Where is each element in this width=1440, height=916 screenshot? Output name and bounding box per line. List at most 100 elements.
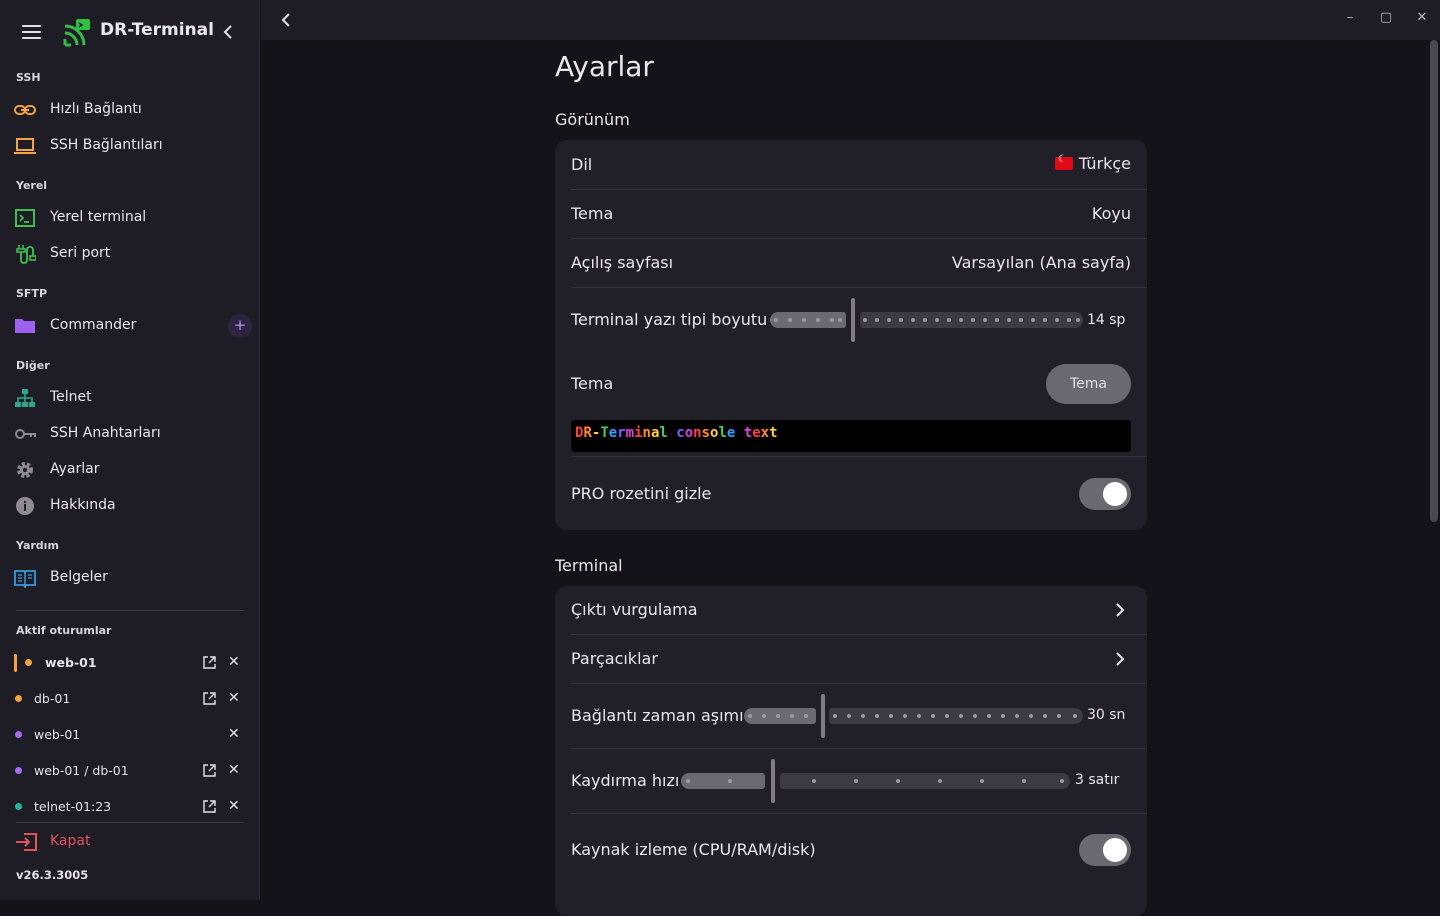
terminal-icon xyxy=(15,209,35,227)
slider-thumb[interactable] xyxy=(821,694,825,738)
console-preview: DR-Terminal console text xyxy=(571,420,1131,452)
sidebar-item-label: Telnet xyxy=(50,389,92,405)
sidebar-item-label: Yerel terminal xyxy=(50,209,147,225)
section-heading-terminal: Terminal xyxy=(555,556,623,575)
session-item[interactable]: telnet-01:23 ✕ xyxy=(0,792,260,822)
open-external-icon[interactable] xyxy=(203,692,216,705)
start-page-label: Açılış sayfası xyxy=(571,253,674,272)
section-heading-appearance: Görünüm xyxy=(555,110,630,129)
slider-thumb[interactable] xyxy=(851,298,855,342)
sidebar-item-label: SSH Bağlantıları xyxy=(50,137,163,153)
console-char xyxy=(668,425,676,441)
back-arrow-icon[interactable] xyxy=(279,12,293,28)
sidebar-item-about[interactable]: Hakkında xyxy=(0,489,260,523)
close-window-button[interactable]: ✕ xyxy=(1412,10,1432,25)
console-char: x xyxy=(760,425,770,441)
version-label: v26.3.3005 xyxy=(16,868,89,882)
sidebar-item-settings[interactable]: Ayarlar xyxy=(0,453,260,487)
hide-pro-label: PRO rozetini gizle xyxy=(571,484,712,503)
open-external-icon[interactable] xyxy=(203,656,216,669)
scroll-speed-slider[interactable] xyxy=(681,759,1070,803)
row-divider xyxy=(571,287,1147,288)
menu-icon[interactable] xyxy=(22,25,41,39)
slider-inactive-track xyxy=(860,312,1083,328)
console-char: n xyxy=(693,425,702,441)
session-item[interactable]: db-01 ✕ xyxy=(0,684,260,714)
scrollbar[interactable] xyxy=(1430,40,1438,522)
status-dot xyxy=(15,803,22,810)
hide-pro-toggle[interactable] xyxy=(1079,478,1131,510)
slider-active-track xyxy=(681,773,765,789)
close-session-icon[interactable]: ✕ xyxy=(228,798,240,814)
sidebar-item-label: Commander xyxy=(50,317,137,333)
folder-icon xyxy=(15,319,35,333)
console-char: e xyxy=(608,425,618,441)
app-title: DR-Terminal xyxy=(100,20,214,40)
session-name: telnet-01:23 xyxy=(34,799,112,814)
terminal-theme-label: Tema xyxy=(571,374,614,393)
start-page-value: Varsayılan (Ana sayfa) xyxy=(951,253,1131,272)
exit-button[interactable]: Kapat xyxy=(0,826,260,858)
section-label-local: Yerel xyxy=(16,179,48,192)
sidebar-item-docs[interactable]: Belgeler xyxy=(0,561,260,595)
language-value: Türkçe xyxy=(1054,154,1131,173)
sidebar-item-label: Seri port xyxy=(50,245,111,261)
status-dot xyxy=(25,659,32,666)
sidebar-item-local-terminal[interactable]: Yerel terminal xyxy=(0,201,260,235)
font-size-slider[interactable] xyxy=(770,298,1083,342)
exit-label: Kapat xyxy=(50,833,91,849)
session-item[interactable]: web-01 ✕ xyxy=(0,648,260,678)
close-session-icon[interactable]: ✕ xyxy=(228,690,240,706)
sidebar-item-serial-port[interactable]: Seri port xyxy=(0,237,260,271)
status-dot xyxy=(15,731,22,738)
sidebar: DR-Terminal SSH Hızlı Bağlantı SSH Bağla… xyxy=(0,0,260,900)
session-item[interactable]: web-01 / db-01 ✕ xyxy=(0,756,260,786)
close-session-icon[interactable]: ✕ xyxy=(228,762,240,778)
terminal-theme-button[interactable]: Tema xyxy=(1046,364,1131,404)
minimize-button[interactable]: – xyxy=(1340,10,1360,25)
slider-thumb[interactable] xyxy=(771,759,775,803)
language-label: Dil xyxy=(571,155,593,174)
link-icon xyxy=(14,105,36,115)
status-dot xyxy=(15,695,22,702)
laptop-icon xyxy=(14,138,36,154)
sidebar-item-telnet[interactable]: Telnet xyxy=(0,381,260,415)
gear-icon xyxy=(17,462,33,478)
sidebar-item-ssh-keys[interactable]: SSH Anahtarları xyxy=(0,417,260,451)
resource-monitor-toggle[interactable] xyxy=(1079,834,1131,866)
add-commander-button[interactable]: + xyxy=(228,314,252,338)
sidebar-item-label: SSH Anahtarları xyxy=(50,425,161,441)
open-external-icon[interactable] xyxy=(203,764,216,777)
sidebar-header: DR-Terminal xyxy=(0,0,260,64)
console-char: t xyxy=(769,425,778,441)
divider xyxy=(16,822,244,823)
session-item[interactable]: web-01 ✕ xyxy=(0,720,260,750)
section-label-ssh: SSH xyxy=(16,71,41,84)
row-divider xyxy=(571,813,1147,814)
page-title: Ayarlar xyxy=(555,50,654,83)
close-session-icon[interactable]: ✕ xyxy=(228,726,240,742)
slider-active-track xyxy=(744,708,816,724)
close-session-icon[interactable]: ✕ xyxy=(228,654,240,670)
row-divider xyxy=(571,189,1147,190)
book-icon xyxy=(14,570,36,588)
chevron-left-icon[interactable] xyxy=(220,23,236,41)
row-divider xyxy=(571,238,1147,239)
row-divider xyxy=(571,456,1147,457)
sidebar-item-ssh-connections[interactable]: SSH Bağlantıları xyxy=(0,129,260,163)
console-char xyxy=(735,425,743,441)
app-logo xyxy=(63,19,90,47)
appearance-card: Dil Türkçe Tema Koyu Açılış sayfası Vars… xyxy=(555,140,1147,530)
toggle-knob xyxy=(1103,482,1127,506)
sidebar-item-quick-connect[interactable]: Hızlı Bağlantı xyxy=(0,93,260,127)
slider-active-track xyxy=(770,312,846,328)
maximize-button[interactable]: ▢ xyxy=(1376,10,1396,25)
console-char: T xyxy=(600,425,609,441)
status-dot xyxy=(15,767,22,774)
timeout-slider[interactable] xyxy=(744,694,1083,738)
output-highlight-label: Çıktı vurgulama xyxy=(571,600,698,619)
section-label-other: Diğer xyxy=(16,359,50,372)
sidebar-item-commander[interactable]: Commander + xyxy=(0,309,260,343)
open-external-icon[interactable] xyxy=(203,800,216,813)
section-label-sftp: SFTP xyxy=(16,287,48,300)
